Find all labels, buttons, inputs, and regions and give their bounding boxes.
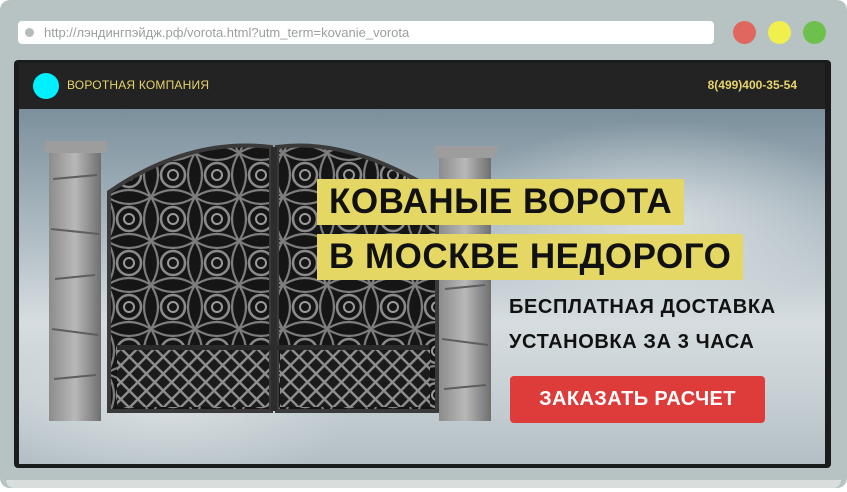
- company-name[interactable]: ВОРОТНАЯ КОМПАНИЯ: [67, 78, 209, 92]
- browser-window: http://лэндингпэйдж.рф/vorota.html?utm_t…: [0, 0, 847, 488]
- logo-icon[interactable]: [33, 73, 59, 99]
- site-header: ВОРОТНАЯ КОМПАНИЯ 8(499)400-35-54: [19, 63, 825, 109]
- order-estimate-button[interactable]: ЗАКАЗАТЬ РАСЧЕТ: [510, 376, 765, 423]
- subheadline-delivery: БЕСПЛАТНАЯ ДОСТАВКА: [509, 296, 776, 318]
- headline-line-2: В МОСКВЕ НЕДОРОГО: [317, 234, 744, 280]
- close-button[interactable]: [733, 21, 756, 44]
- url-text[interactable]: http://лэндингпэйдж.рф/vorota.html?utm_t…: [44, 25, 409, 40]
- maximize-button[interactable]: [803, 21, 826, 44]
- hero-banner: КОВАНЫЕ ВОРОТА В МОСКВЕ НЕДОРОГО БЕСПЛАТ…: [19, 109, 825, 464]
- subheadline-installation: УСТАНОВКА ЗА 3 ЧАСА: [509, 331, 755, 353]
- address-bar[interactable]: http://лэндингпэйдж.рф/vorota.html?utm_t…: [18, 21, 714, 44]
- window-bottom-edge: [6, 480, 841, 488]
- minimize-button[interactable]: [768, 21, 791, 44]
- phone-number[interactable]: 8(499)400-35-54: [708, 78, 797, 92]
- url-status-icon: [25, 28, 34, 37]
- headline-line-1: КОВАНЫЕ ВОРОТА: [317, 179, 685, 225]
